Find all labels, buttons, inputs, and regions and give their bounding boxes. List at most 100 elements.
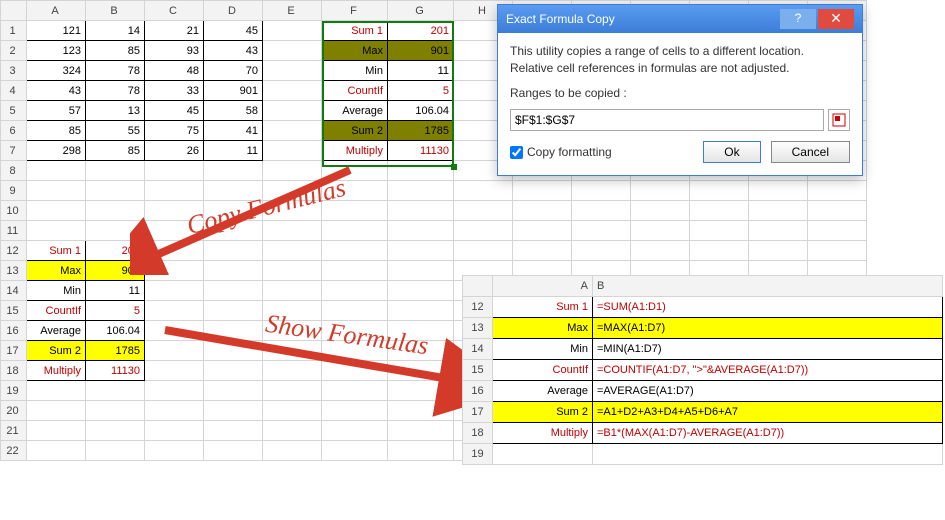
cell[interactable] xyxy=(322,421,388,441)
cell[interactable]: 324 xyxy=(27,61,86,81)
cell[interactable]: Min xyxy=(493,339,593,360)
cell[interactable] xyxy=(631,221,690,241)
cell[interactable] xyxy=(513,201,572,221)
cell[interactable]: 5 xyxy=(86,301,145,321)
row-header[interactable]: 13 xyxy=(1,261,27,281)
ok-button[interactable]: Ok xyxy=(703,141,760,163)
cell[interactable]: 121 xyxy=(27,21,86,41)
cell[interactable]: Sum 2 xyxy=(493,402,593,423)
cell[interactable] xyxy=(145,161,204,181)
cell[interactable] xyxy=(263,401,322,421)
cell[interactable] xyxy=(263,421,322,441)
row-header[interactable]: 6 xyxy=(1,121,27,141)
cell[interactable]: Max xyxy=(493,318,593,339)
cell[interactable]: Sum 1 xyxy=(322,21,388,41)
cell[interactable] xyxy=(513,241,572,261)
cell[interactable]: 106.04 xyxy=(86,321,145,341)
cell[interactable] xyxy=(145,241,204,261)
row-header[interactable]: 18 xyxy=(1,361,27,381)
cell[interactable] xyxy=(572,181,631,201)
cell[interactable] xyxy=(454,181,513,201)
row-header[interactable]: 20 xyxy=(1,401,27,421)
cell[interactable]: 901 xyxy=(204,81,263,101)
cell[interactable] xyxy=(749,181,808,201)
cell[interactable] xyxy=(145,321,204,341)
cell[interactable]: 78 xyxy=(86,61,145,81)
cell[interactable] xyxy=(145,361,204,381)
cell[interactable] xyxy=(322,381,388,401)
row-header[interactable]: 14 xyxy=(1,281,27,301)
cell[interactable] xyxy=(513,221,572,241)
cell[interactable] xyxy=(27,401,86,421)
cell[interactable] xyxy=(204,441,263,461)
cell[interactable] xyxy=(145,441,204,461)
row-header[interactable]: 8 xyxy=(1,161,27,181)
cell[interactable] xyxy=(263,101,322,121)
cell[interactable] xyxy=(145,281,204,301)
row-header[interactable]: 11 xyxy=(1,221,27,241)
cell[interactable]: 201 xyxy=(86,241,145,261)
col-header[interactable]: C xyxy=(145,1,204,21)
row-header[interactable]: 22 xyxy=(1,441,27,461)
cell[interactable] xyxy=(86,421,145,441)
col-header[interactable]: G xyxy=(388,1,454,21)
cell[interactable] xyxy=(27,381,86,401)
col-header[interactable]: D xyxy=(204,1,263,21)
cell[interactable] xyxy=(388,301,454,321)
row-header[interactable]: 19 xyxy=(1,381,27,401)
cell[interactable] xyxy=(388,241,454,261)
cell[interactable] xyxy=(27,221,86,241)
cell[interactable] xyxy=(454,221,513,241)
col-header[interactable]: F xyxy=(322,1,388,21)
cell[interactable]: CountIf xyxy=(322,81,388,101)
cell[interactable] xyxy=(86,441,145,461)
cell[interactable] xyxy=(322,221,388,241)
cell[interactable]: 1785 xyxy=(388,121,454,141)
cell[interactable] xyxy=(145,301,204,321)
cell[interactable]: 85 xyxy=(86,41,145,61)
cancel-button[interactable]: Cancel xyxy=(771,141,850,163)
row-header[interactable]: 18 xyxy=(463,423,493,444)
cell[interactable] xyxy=(388,361,454,381)
cell[interactable]: 45 xyxy=(204,21,263,41)
cell[interactable] xyxy=(572,221,631,241)
cell[interactable]: 901 xyxy=(86,261,145,281)
cell[interactable] xyxy=(204,341,263,361)
cell[interactable]: 5 xyxy=(388,81,454,101)
cell[interactable] xyxy=(388,221,454,241)
cell[interactable]: Max xyxy=(27,261,86,281)
cell[interactable] xyxy=(263,361,322,381)
dialog-titlebar[interactable]: Exact Formula Copy ? ✕ xyxy=(498,5,862,33)
cell[interactable] xyxy=(263,121,322,141)
col-header[interactable]: A xyxy=(493,276,593,297)
cell[interactable]: 45 xyxy=(145,101,204,121)
cell[interactable] xyxy=(86,181,145,201)
row-header[interactable]: 2 xyxy=(1,41,27,61)
cell[interactable] xyxy=(388,201,454,221)
cell[interactable]: Sum 2 xyxy=(27,341,86,361)
cell[interactable]: 43 xyxy=(204,41,263,61)
cell[interactable]: 43 xyxy=(27,81,86,101)
col-header[interactable]: B xyxy=(593,276,943,297)
cell[interactable]: 11 xyxy=(86,281,145,301)
cell[interactable]: 13 xyxy=(86,101,145,121)
selection-handle[interactable] xyxy=(451,164,457,170)
cell[interactable] xyxy=(263,241,322,261)
row-header[interactable]: 16 xyxy=(463,381,493,402)
cell[interactable] xyxy=(86,381,145,401)
cell[interactable] xyxy=(322,361,388,381)
cell[interactable] xyxy=(263,261,322,281)
cell[interactable]: Average xyxy=(322,101,388,121)
row-header[interactable]: 1 xyxy=(1,21,27,41)
cell[interactable] xyxy=(263,281,322,301)
cell[interactable]: =MIN(A1:D7) xyxy=(593,339,943,360)
row-header[interactable]: 4 xyxy=(1,81,27,101)
cell[interactable] xyxy=(749,221,808,241)
cell[interactable] xyxy=(388,401,454,421)
row-header[interactable]: 12 xyxy=(1,241,27,261)
cell[interactable]: 11 xyxy=(388,61,454,81)
row-header[interactable]: 16 xyxy=(1,321,27,341)
cell[interactable]: 85 xyxy=(86,141,145,161)
row-header[interactable]: 17 xyxy=(463,402,493,423)
cell[interactable]: 57 xyxy=(27,101,86,121)
